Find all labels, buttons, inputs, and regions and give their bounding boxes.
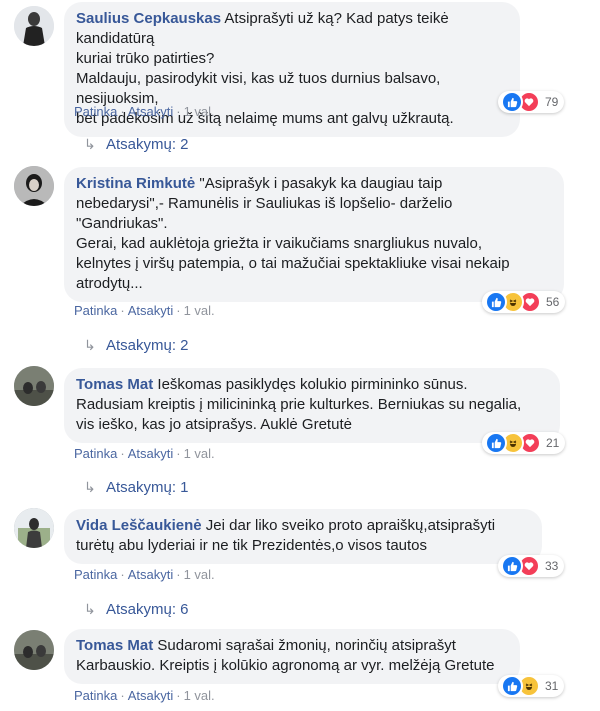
comment-author[interactable]: Vida Leščaukienė <box>76 517 202 534</box>
separator: · <box>176 688 181 703</box>
reply-arrow-icon: ↳ <box>84 601 96 617</box>
avatar[interactable] <box>14 366 54 406</box>
like-icon <box>501 91 523 113</box>
comment-text-line: Gerai, kad auklėtoja griežta ir vaikučia… <box>76 235 483 252</box>
comment-author[interactable]: Saulius Cepkauskas <box>76 10 221 27</box>
separator: · <box>176 303 181 318</box>
comment-time[interactable]: 1 val. <box>184 446 215 461</box>
separator: · <box>120 446 125 461</box>
avatar[interactable] <box>14 508 54 548</box>
comment-time[interactable]: 1 val. <box>184 688 215 703</box>
comment-actions: Patinka · Atsakyti · 1 val. <box>74 567 215 583</box>
comment-actions: Patinka · Atsakyti · 1 val. <box>74 104 215 120</box>
comment-bubble: Tomas Mat Ieškomas pasiklydęs kolukio pi… <box>64 368 560 443</box>
comment-text-line: Maldauju, pasirodykit visi, kas už tuos … <box>76 70 441 107</box>
reply-link[interactable]: Atsakyti <box>128 567 174 582</box>
comment-text-line: turėtų abu lyderiai ir ne tik Prezidentė… <box>76 537 428 554</box>
comment-time[interactable]: 1 val. <box>184 567 215 582</box>
comment-author[interactable]: Tomas Mat <box>76 637 153 654</box>
avatar[interactable] <box>14 630 54 670</box>
reply-link[interactable]: Atsakyti <box>128 446 174 461</box>
view-replies-link[interactable]: ↳ Atsakymų: 6 <box>84 600 189 619</box>
comment-time[interactable]: 1 val. <box>184 303 215 318</box>
like-icon <box>501 675 523 697</box>
avatar[interactable] <box>14 6 54 46</box>
replies-count[interactable]: Atsakymų: 2 <box>106 136 189 153</box>
reaction-summary[interactable]: 56 <box>482 291 566 313</box>
replies-count[interactable]: Atsakymų: 2 <box>106 337 189 354</box>
comment-text-line: "Gandriukas". <box>76 215 168 232</box>
reaction-summary[interactable]: 79 <box>498 91 565 113</box>
separator: · <box>176 446 181 461</box>
like-link[interactable]: Patinka <box>74 104 117 119</box>
separator: · <box>120 303 125 318</box>
reaction-count: 56 <box>546 295 560 309</box>
separator: · <box>120 104 125 119</box>
comment-text-line: Jei dar liko sveiko proto apraiškų,atsip… <box>205 517 496 534</box>
comment-author[interactable]: Kristina Rimkutė <box>76 175 195 192</box>
comment-text-line: Karbauskio. Kreiptis į kolūkio agronomą … <box>76 657 495 674</box>
comment-actions: Patinka · Atsakyti · 1 val. <box>74 303 215 319</box>
comment-text-line: "Asiprašyk i pasakyk ka daugiau taip <box>199 175 443 192</box>
like-icon <box>485 432 507 454</box>
reaction-summary[interactable]: 31 <box>498 675 565 697</box>
reply-arrow-icon: ↳ <box>84 136 96 152</box>
comment-bubble: Tomas Mat Sudaromi sąrašai žmonių, norin… <box>64 629 520 684</box>
comment-bubble: Vida Leščaukienė Jei dar liko sveiko pro… <box>64 509 542 564</box>
comment-time[interactable]: 1 val. <box>184 104 215 119</box>
replies-count[interactable]: Atsakymų: 6 <box>106 601 189 618</box>
comment-actions: Patinka · Atsakyti · 1 val. <box>74 446 215 462</box>
like-icon <box>501 555 523 577</box>
reaction-count: 79 <box>545 95 559 109</box>
reply-link[interactable]: Atsakyti <box>128 104 174 119</box>
like-link[interactable]: Patinka <box>74 567 117 582</box>
separator: · <box>120 688 125 703</box>
comment-text-line: Radusiam kreiptis į milicininką prie kul… <box>76 396 522 413</box>
comment-actions: Patinka · Atsakyti · 1 val. <box>74 688 215 704</box>
comment-text-line: Ieškomas pasiklydęs kolukio pirmininko s… <box>157 376 468 393</box>
comment-text-line: atrodytų... <box>76 275 143 292</box>
replies-count[interactable]: Atsakymų: 1 <box>106 479 189 496</box>
reply-arrow-icon: ↳ <box>84 337 96 353</box>
separator: · <box>176 567 181 582</box>
like-link[interactable]: Patinka <box>74 446 117 461</box>
comment-author[interactable]: Tomas Mat <box>76 376 153 393</box>
reaction-summary[interactable]: 33 <box>498 555 565 577</box>
comment-bubble: Kristina Rimkutė "Asiprašyk i pasakyk ka… <box>64 167 564 302</box>
comment-text-line: nebedarysi",- Ramunėlis ir Sauliukas iš … <box>76 195 453 212</box>
like-link[interactable]: Patinka <box>74 688 117 703</box>
separator: · <box>176 104 181 119</box>
view-replies-link[interactable]: ↳ Atsakymų: 1 <box>84 478 189 497</box>
reply-link[interactable]: Atsakyti <box>128 303 174 318</box>
comment-text-line: kelnytes į viršų patempia, o tai mažučia… <box>76 255 510 272</box>
comment-text-line: kuriai trūko patirties? <box>76 50 215 67</box>
reaction-summary[interactable]: 21 <box>482 432 566 454</box>
comment-text-line: Sudaromi sąrašai žmonių, norinčių atsipr… <box>157 637 456 654</box>
view-replies-link[interactable]: ↳ Atsakymų: 2 <box>84 336 189 355</box>
reaction-count: 31 <box>545 679 559 693</box>
reaction-count: 33 <box>545 559 559 573</box>
separator: · <box>120 567 125 582</box>
avatar[interactable] <box>14 166 54 206</box>
like-link[interactable]: Patinka <box>74 303 117 318</box>
reply-arrow-icon: ↳ <box>84 479 96 495</box>
like-icon <box>485 291 507 313</box>
reply-link[interactable]: Atsakyti <box>128 688 174 703</box>
comment-text-line: vis ieško, kas jo atsiprašys. Auklė Gret… <box>76 416 352 433</box>
view-replies-link[interactable]: ↳ Atsakymų: 2 <box>84 135 189 154</box>
reaction-count: 21 <box>546 436 560 450</box>
